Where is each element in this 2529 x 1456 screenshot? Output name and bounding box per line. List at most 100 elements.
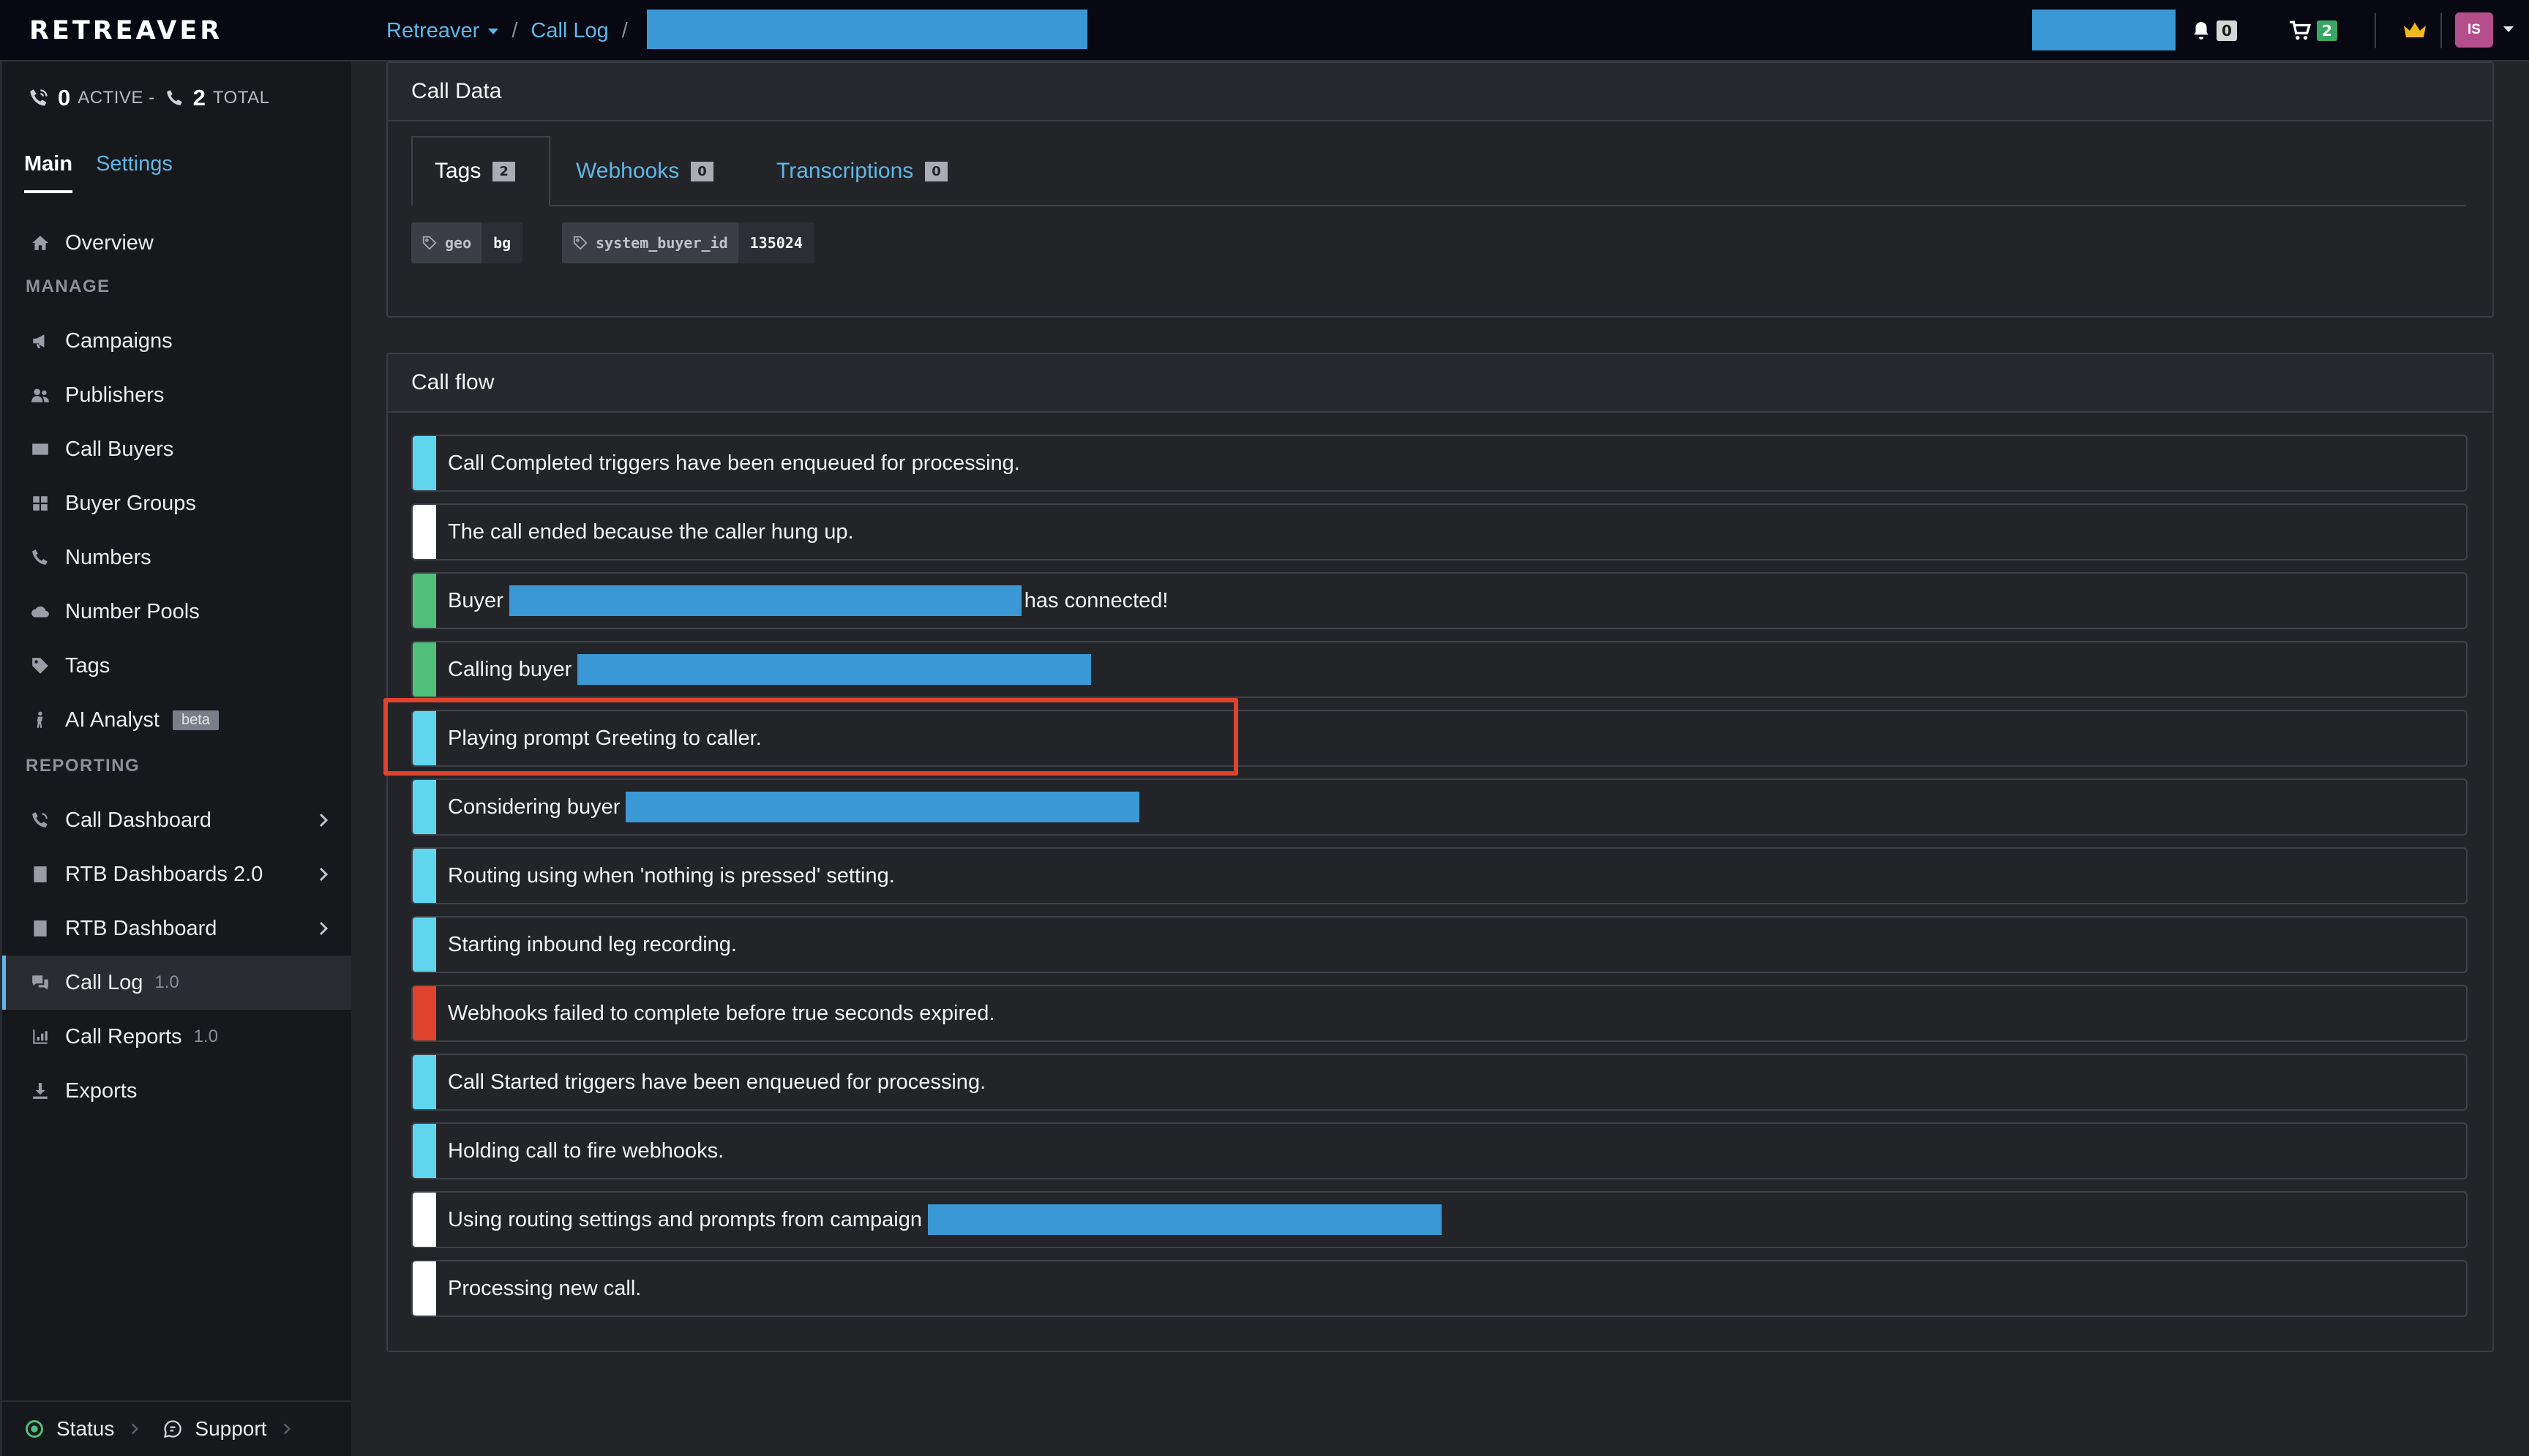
tag-chip[interactable]: system_buyer_id 135024 bbox=[562, 222, 814, 263]
card-icon bbox=[29, 438, 52, 461]
sidebar-item-rtb-dashboard[interactable]: RTB Dashboard bbox=[2, 901, 351, 956]
grid-icon bbox=[29, 492, 52, 515]
sidebar-item-label: Publishers bbox=[65, 383, 165, 407]
sidebar-item-ai-analyst[interactable]: AI Analyst beta bbox=[2, 693, 351, 747]
event-color-bar bbox=[413, 780, 436, 834]
flow-event: Routing using when 'nothing is pressed' … bbox=[411, 847, 2468, 904]
tab-count: 0 bbox=[925, 161, 948, 181]
report-icon bbox=[29, 917, 52, 940]
redacted-topbar-item[interactable] bbox=[2032, 10, 2176, 50]
event-color-bar bbox=[413, 1193, 436, 1247]
tag-key-label: geo bbox=[445, 234, 472, 252]
sidebar-item-call-log[interactable]: Call Log 1.0 bbox=[2, 956, 351, 1010]
chevron-right-icon bbox=[284, 1423, 291, 1435]
tag-icon bbox=[573, 236, 588, 250]
flow-event: Holding call to fire webhooks. bbox=[411, 1122, 2468, 1179]
tag-key: geo bbox=[411, 222, 482, 263]
active-label: ACTIVE - bbox=[78, 88, 155, 108]
sidebar-item-label: Call Dashboard bbox=[65, 808, 211, 832]
redacted-buyer bbox=[509, 585, 1022, 616]
sidebar-item-label: Call Log bbox=[65, 970, 143, 994]
bar-chart-icon bbox=[29, 1025, 52, 1048]
tab-main[interactable]: Main bbox=[24, 152, 73, 193]
event-text-group: Buyer has connected! bbox=[448, 574, 1168, 628]
sidebar: 0 ACTIVE - 2 TOTAL Main Settings Overvie… bbox=[0, 61, 351, 1456]
breadcrumb-retreaver[interactable]: Retreaver bbox=[386, 19, 499, 43]
event-text: Considering buyer bbox=[448, 795, 621, 819]
top-bar: RETREAVER Retreaver / Call Log / 0 2 IS bbox=[0, 0, 2529, 61]
divider bbox=[2375, 13, 2376, 48]
chevron-right-icon[interactable] bbox=[315, 919, 332, 937]
tag-value: bg bbox=[482, 222, 523, 263]
support-label: Support bbox=[195, 1417, 267, 1440]
chat-icon bbox=[29, 971, 52, 994]
sidebar-item-exports[interactable]: Exports bbox=[2, 1064, 351, 1118]
sidebar-footer: Status Support bbox=[2, 1400, 351, 1456]
megaphone-icon bbox=[29, 329, 52, 353]
version-label: 1.0 bbox=[193, 1027, 218, 1046]
upgrade-button[interactable] bbox=[2402, 16, 2427, 45]
status-link[interactable]: Status bbox=[24, 1417, 142, 1441]
bell-icon bbox=[2194, 22, 2208, 40]
chevron-right-icon[interactable] bbox=[315, 811, 332, 828]
sidebar-item-tags[interactable]: Tags bbox=[2, 639, 351, 693]
sidebar-item-label: AI Analyst bbox=[65, 708, 160, 732]
active-count: 0 bbox=[58, 85, 71, 110]
tab-settings[interactable]: Settings bbox=[96, 152, 173, 193]
phone-signal-icon bbox=[29, 808, 52, 832]
event-color-bar bbox=[413, 505, 436, 559]
tab-tags[interactable]: Tags 2 bbox=[411, 136, 550, 206]
sidebar-item-publishers[interactable]: Publishers bbox=[2, 368, 351, 422]
flow-event: Using routing settings and prompts from … bbox=[411, 1191, 2468, 1248]
sidebar-item-call-reports[interactable]: Call Reports 1.0 bbox=[2, 1010, 351, 1064]
sidebar-item-rtb-dashboards-2[interactable]: RTB Dashboards 2.0 bbox=[2, 847, 351, 901]
event-color-bar bbox=[413, 642, 436, 697]
caret-down-icon[interactable] bbox=[2503, 26, 2514, 32]
flow-event: Considering buyer bbox=[411, 778, 2468, 836]
breadcrumb-call-log[interactable]: Call Log bbox=[531, 19, 608, 43]
tab-transcriptions[interactable]: Transcriptions 0 bbox=[776, 136, 948, 206]
caret-down-icon bbox=[488, 28, 499, 34]
breadcrumb-redacted-call bbox=[647, 10, 1087, 49]
sidebar-item-label: Exports bbox=[65, 1078, 138, 1103]
sidebar-item-label: Call Reports bbox=[65, 1024, 182, 1048]
sidebar-item-campaigns[interactable]: Campaigns bbox=[2, 314, 351, 368]
flow-event: Calling buyer bbox=[411, 641, 2468, 698]
cart-button[interactable]: 2 bbox=[2289, 16, 2337, 45]
sidebar-item-call-buyers[interactable]: Call Buyers bbox=[2, 422, 351, 476]
sidebar-tabs: Main Settings bbox=[24, 152, 196, 193]
chevron-right-icon bbox=[132, 1423, 139, 1435]
panel-title: Call flow bbox=[388, 354, 2492, 413]
retreaver-logo[interactable]: RETREAVER bbox=[29, 16, 222, 45]
avatar[interactable]: IS bbox=[2455, 12, 2493, 48]
tab-label: Tags bbox=[435, 159, 482, 183]
sidebar-item-label: Call Buyers bbox=[65, 437, 174, 461]
event-color-bar bbox=[413, 849, 436, 903]
sidebar-item-call-dashboard[interactable]: Call Dashboard bbox=[2, 793, 351, 847]
event-text: Using routing settings and prompts from … bbox=[448, 1207, 922, 1231]
tag-value: 135024 bbox=[738, 222, 814, 263]
event-text: Webhooks failed to complete before true … bbox=[448, 1001, 995, 1025]
flow-event: The call ended because the caller hung u… bbox=[411, 503, 2468, 560]
tag-chip[interactable]: geo bg bbox=[411, 222, 523, 263]
chevron-right-icon[interactable] bbox=[315, 865, 332, 882]
call-data-panel: Call Data Tags 2 Webhooks 0 Transcriptio… bbox=[386, 61, 2494, 318]
sidebar-item-buyer-groups[interactable]: Buyer Groups bbox=[2, 476, 351, 530]
total-count: 2 bbox=[192, 85, 206, 110]
sidebar-item-label: Numbers bbox=[65, 545, 151, 569]
sidebar-item-overview[interactable]: Overview bbox=[2, 216, 351, 270]
event-text: Processing new call. bbox=[448, 1276, 642, 1300]
event-text-group: Considering buyer bbox=[448, 780, 1142, 834]
notifications-button[interactable]: 0 bbox=[2192, 16, 2237, 45]
tag-key-label: system_buyer_id bbox=[596, 234, 728, 252]
event-color-bar bbox=[413, 917, 436, 972]
beta-badge: beta bbox=[172, 710, 219, 730]
phone-icon bbox=[166, 90, 182, 105]
tab-webhooks[interactable]: Webhooks 0 bbox=[576, 136, 713, 206]
download-icon bbox=[29, 1079, 52, 1103]
tag-icon bbox=[422, 236, 437, 250]
support-link[interactable]: Support bbox=[162, 1417, 294, 1441]
sidebar-item-number-pools[interactable]: Number Pools bbox=[2, 585, 351, 639]
section-heading-manage: MANAGE bbox=[26, 277, 110, 296]
sidebar-item-numbers[interactable]: Numbers bbox=[2, 530, 351, 585]
